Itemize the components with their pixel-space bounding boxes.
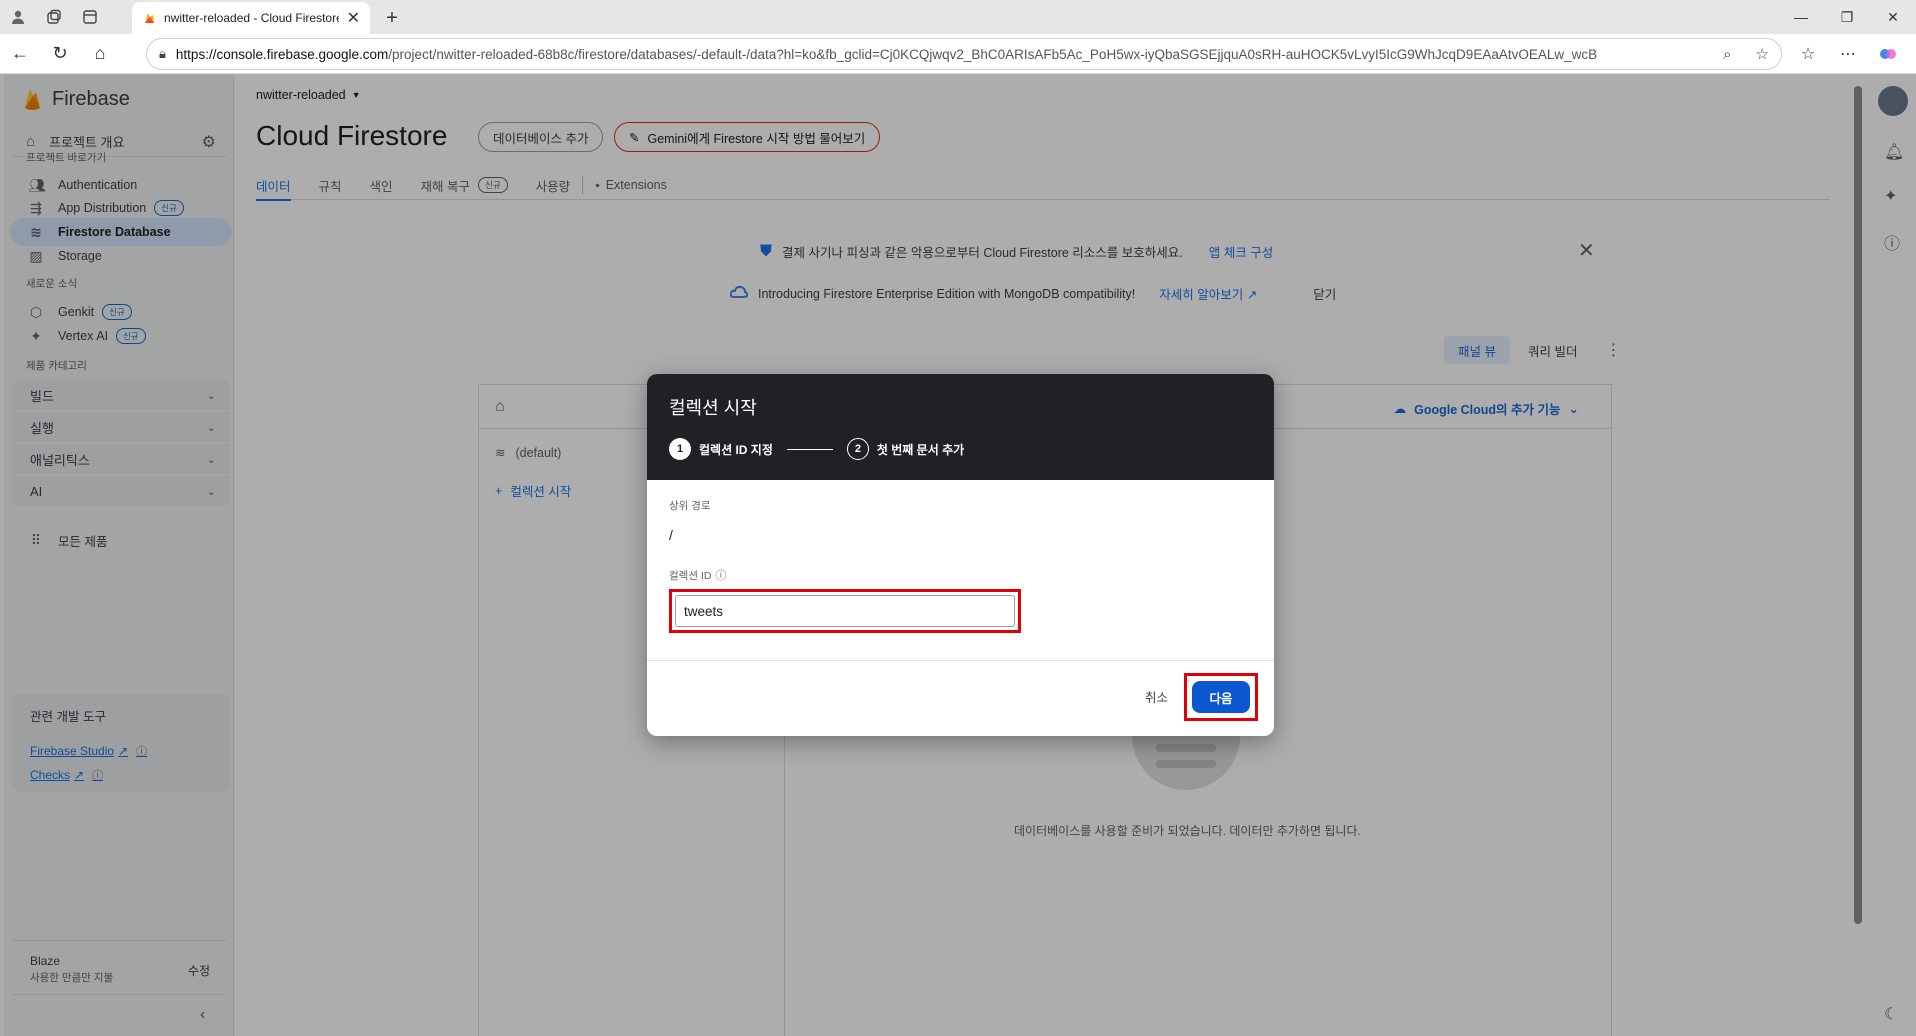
close-window-icon[interactable]: ✕ xyxy=(1870,0,1916,34)
highlight-box xyxy=(669,589,1021,633)
dialog-header: 컬렉션 시작 1 컬렉션 ID 지정 2 첫 번째 문서 추가 xyxy=(647,374,1274,480)
step-connector xyxy=(786,448,833,450)
help-icon[interactable]: ⓘ xyxy=(715,567,726,583)
collection-id-input[interactable] xyxy=(675,595,1015,627)
collection-id-label-row: 컬렉션 ID ⓘ xyxy=(669,567,1252,583)
restore-icon[interactable]: ❐ xyxy=(1824,0,1870,34)
step-label: 컬렉션 ID 지정 xyxy=(699,442,773,457)
close-tab-icon[interactable]: ✕ xyxy=(347,8,360,28)
tab-actions-icon[interactable] xyxy=(72,0,108,34)
profile-icon[interactable] xyxy=(0,0,36,34)
dialog-title: 컬렉션 시작 xyxy=(669,398,757,418)
favorites-list-icon[interactable]: ☆ xyxy=(1790,38,1826,70)
lock-icon[interactable]: 🔒︎ xyxy=(159,46,166,62)
tab-title: nwitter-reloaded - Cloud Firestore xyxy=(164,11,339,25)
address-bar[interactable]: 🔒︎ https://console.firebase.google.com/p… xyxy=(146,38,1782,70)
step-number: 1 xyxy=(669,438,691,460)
cancel-button[interactable]: 취소 xyxy=(1145,687,1168,706)
dialog-body: 상위 경로 / 컬렉션 ID ⓘ xyxy=(647,480,1274,651)
highlight-box: 다음 xyxy=(1184,673,1258,721)
home-icon[interactable]: ⌂ xyxy=(80,34,120,74)
favorite-star-icon[interactable]: ☆ xyxy=(1756,45,1769,63)
back-icon[interactable]: ← xyxy=(0,34,40,74)
reload-icon[interactable]: ↻ xyxy=(40,34,80,74)
browser-toolbar: ← ↻ ⌂ 🔒︎ https://console.firebase.google… xyxy=(0,34,1916,74)
window-controls: — ❐ ✕ xyxy=(1778,0,1916,34)
step-label: 첫 번째 문서 추가 xyxy=(876,442,965,457)
browser-actions: ☆ ⋯ xyxy=(1790,38,1906,70)
zoom-icon[interactable]: ⌕ xyxy=(1723,46,1731,63)
dialog-footer: 취소 다음 xyxy=(647,660,1274,736)
start-collection-dialog: 컬렉션 시작 1 컬렉션 ID 지정 2 첫 번째 문서 추가 상위 경로 / … xyxy=(647,374,1274,736)
url-text: https://console.firebase.google.com/proj… xyxy=(175,46,1598,62)
collections-icon[interactable] xyxy=(36,0,72,34)
new-tab-icon[interactable]: + xyxy=(378,4,406,32)
parent-path-value: / xyxy=(669,527,673,543)
copilot-icon[interactable] xyxy=(1870,38,1906,70)
firebase-favicon-icon xyxy=(145,13,154,23)
step-number: 2 xyxy=(846,438,869,460)
parent-path-label: 상위 경로 xyxy=(669,500,711,512)
more-menu-icon[interactable]: ⋯ xyxy=(1830,38,1866,70)
next-button[interactable]: 다음 xyxy=(1192,681,1250,713)
collection-id-label: 컬렉션 ID xyxy=(669,569,712,582)
stepper: 1 컬렉션 ID 지정 2 첫 번째 문서 추가 xyxy=(669,438,1252,460)
browser-tabbar: nwitter-reloaded - Cloud Firestore ✕ + —… xyxy=(0,0,1916,34)
minimize-icon[interactable]: — xyxy=(1778,0,1824,34)
browser-tab-active[interactable]: nwitter-reloaded - Cloud Firestore ✕ xyxy=(132,2,370,34)
